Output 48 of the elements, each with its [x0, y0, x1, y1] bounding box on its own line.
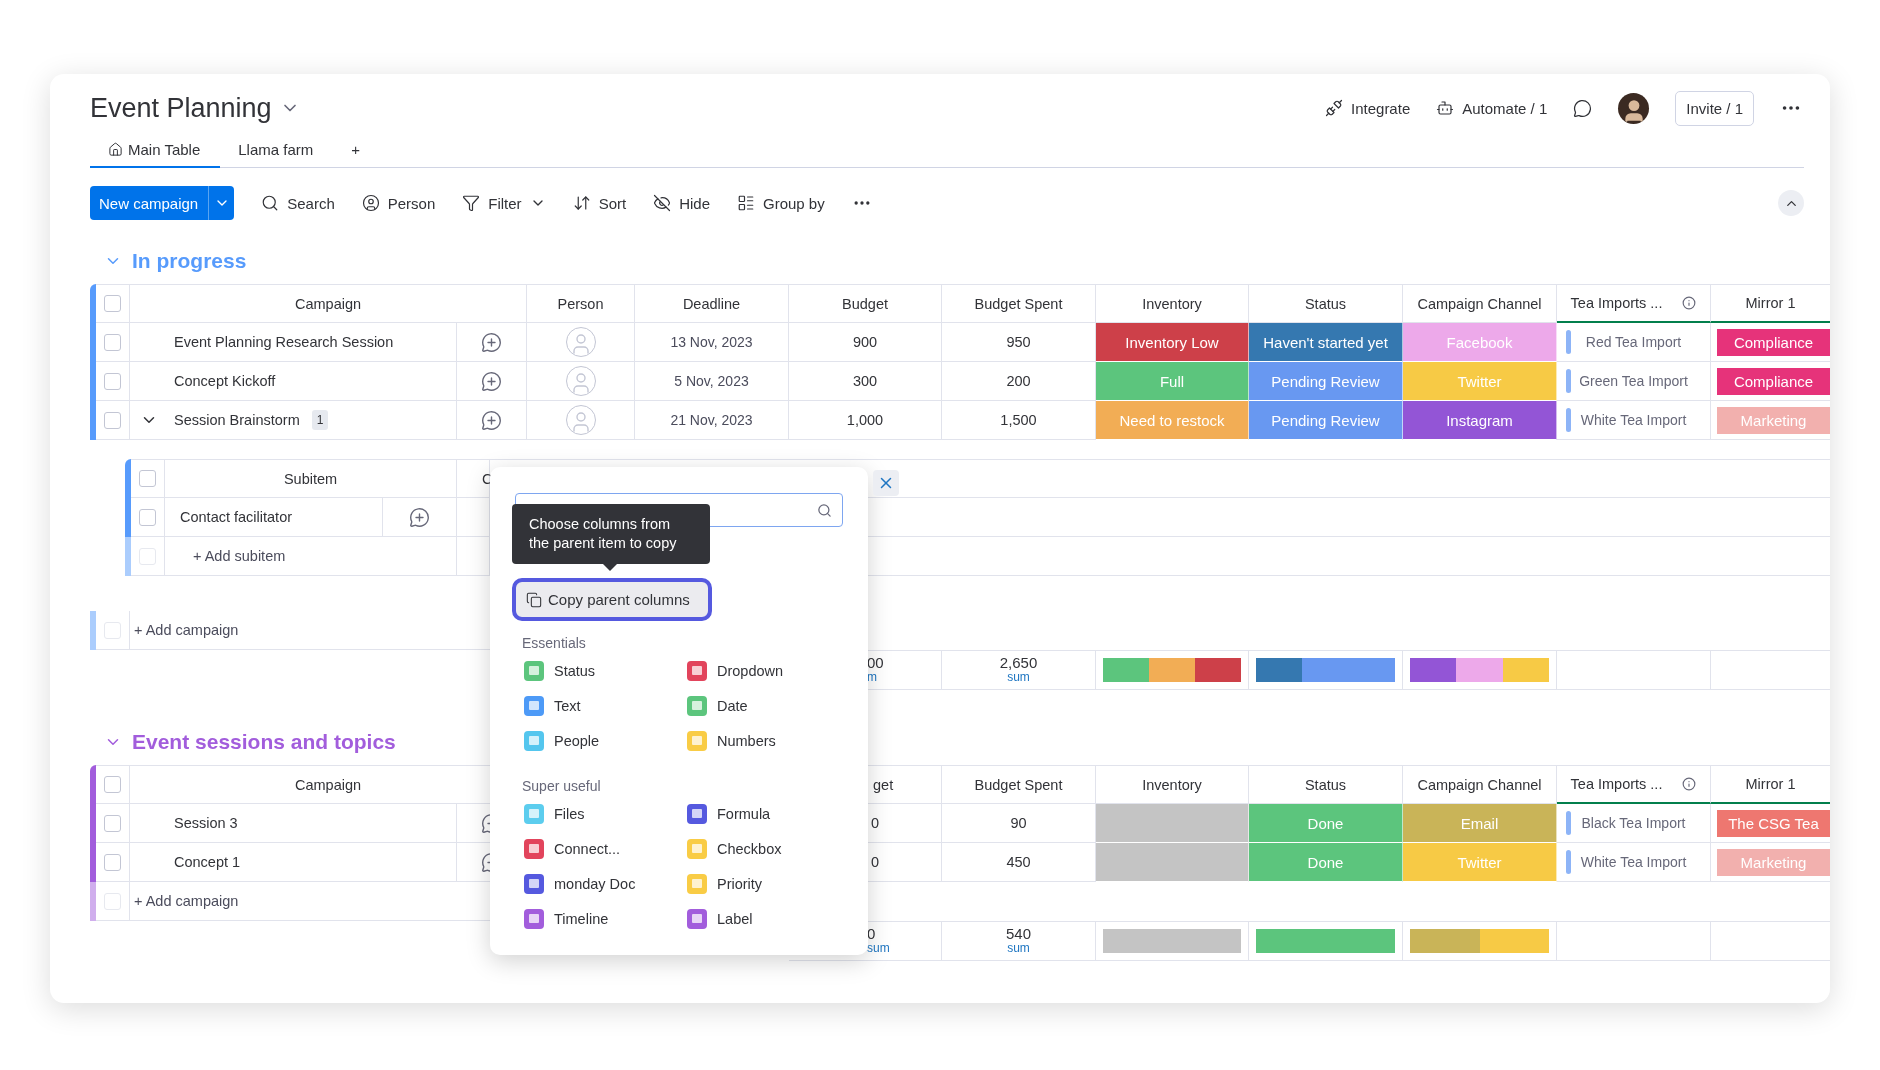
number-cell: 200: [1006, 373, 1031, 389]
number-cell: 0: [871, 854, 880, 870]
summary-label: m: [867, 670, 877, 685]
mirror-label: Marketing: [1717, 406, 1830, 434]
column-header: Campaign Channel: [1417, 776, 1542, 793]
number-cell: 450: [1006, 854, 1031, 870]
column-header: Mirror 1: [1745, 295, 1796, 311]
number-cell: 1,500: [1000, 412, 1037, 428]
column-header: Person: [557, 295, 604, 312]
column-header: Campaign Channel: [1417, 295, 1542, 312]
column-header: get: [873, 776, 894, 793]
summary-value: 540: [1006, 926, 1031, 941]
column-header: Campaign: [294, 776, 362, 793]
column-header: Campaign: [294, 295, 362, 312]
column-header: Budget Spent: [974, 295, 1063, 312]
summary-label: sum: [867, 941, 890, 956]
date-cell: 13 Nov, 2023: [670, 334, 753, 350]
tooltip: Choose columns from the parent item to copy: [512, 504, 710, 564]
mirror-label: Marketing: [1717, 848, 1830, 876]
column-header: Tea Imports ...: [1570, 295, 1663, 311]
date-cell: 21 Nov, 2023: [670, 412, 753, 428]
number-cell: 900: [852, 334, 878, 350]
summary-label: sum: [1007, 670, 1030, 685]
summary-value: 2,650: [999, 655, 1038, 670]
column-header: Subitem: [283, 470, 338, 487]
summary-value: 00: [867, 655, 884, 670]
column-header: Tea Imports ...: [1570, 776, 1663, 792]
column-header: Budget Spent: [974, 776, 1063, 793]
column-header: Inventory: [1142, 776, 1202, 793]
mirror-label: Compliance: [1717, 328, 1830, 356]
column-header: Status: [1304, 776, 1347, 793]
mirror-label: Compliance: [1717, 367, 1830, 395]
number-cell: 0: [871, 815, 880, 831]
number-cell: 950: [1006, 334, 1031, 350]
column-header: Budget: [842, 295, 888, 312]
summary-label: sum: [1007, 941, 1030, 956]
summary-value: 0: [867, 926, 876, 941]
mirror-label: The CSG Tea: [1717, 809, 1830, 837]
column-header: Inventory: [1142, 295, 1202, 312]
number-cell: 1,000: [846, 412, 884, 428]
date-cell: 5 Nov, 2023: [674, 373, 749, 389]
column-header: Mirror 1: [1745, 776, 1796, 792]
number-cell: 90: [1010, 815, 1027, 831]
column-header: Deadline: [682, 295, 741, 312]
column-header: Status: [1304, 295, 1347, 312]
section-title: Super useful: [522, 778, 602, 796]
section-title: Essentials: [522, 635, 587, 653]
number-cell: 300: [852, 373, 878, 389]
